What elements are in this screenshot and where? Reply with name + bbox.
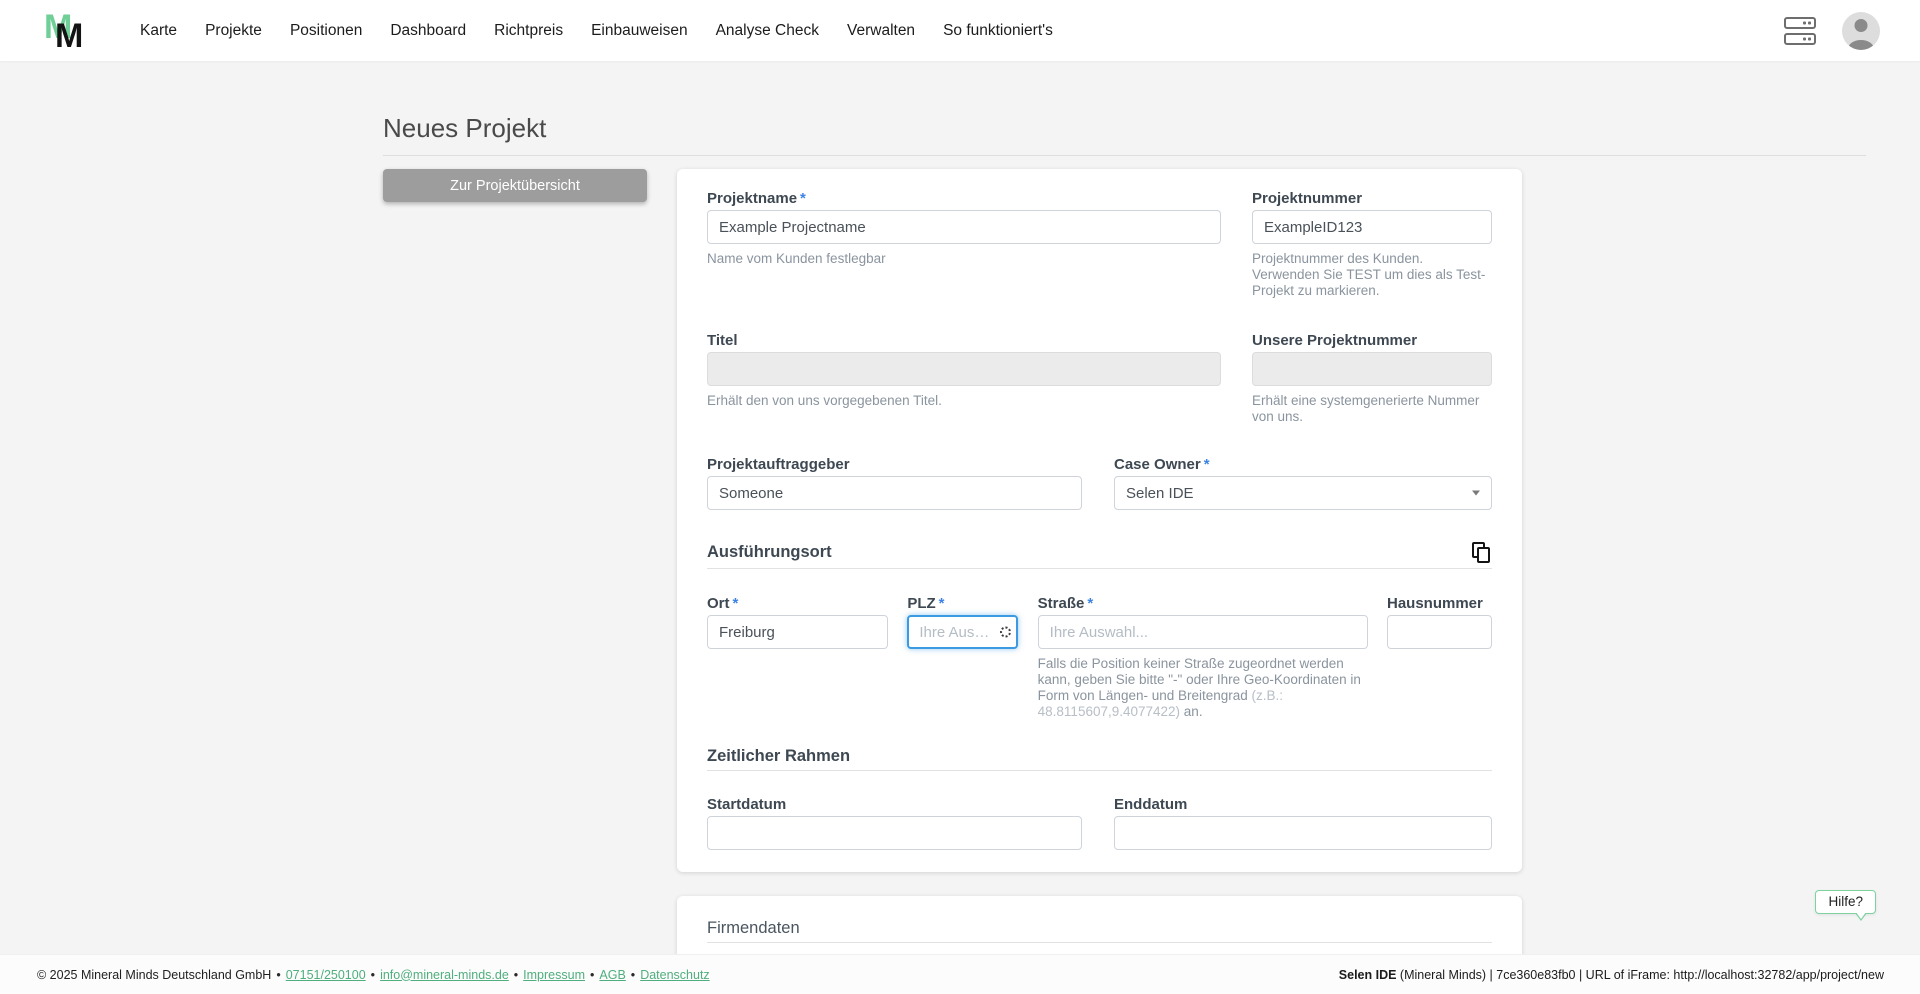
nav-item-verwalten[interactable]: Verwalten xyxy=(847,22,915,40)
footer-link-impressum[interactable]: Impressum xyxy=(523,968,585,982)
nav-item-analyse-check[interactable]: Analyse Check xyxy=(716,22,819,40)
nav-item-dashboard[interactable]: Dashboard xyxy=(390,22,466,40)
session-user: Selen IDE xyxy=(1338,967,1397,982)
ort-input[interactable] xyxy=(707,615,888,649)
required-marker: * xyxy=(800,190,806,207)
projektname-input[interactable] xyxy=(707,210,1221,244)
brand-logo[interactable]: M M xyxy=(44,8,96,54)
projektauftraggeber-input[interactable] xyxy=(707,476,1082,510)
project-form-card: Projektname* Name vom Kunden festlegbar … xyxy=(677,169,1522,872)
required-marker: * xyxy=(1203,456,1210,473)
projektnummer-input[interactable] xyxy=(1252,210,1492,244)
footer-bar: © 2025 Mineral Minds Deutschland GmbH • … xyxy=(0,954,1920,994)
nav-item-so-funktionierts[interactable]: So funktioniert's xyxy=(943,22,1053,40)
nav-item-einbauweisen[interactable]: Einbauweisen xyxy=(591,22,688,40)
footer-link-datenschutz[interactable]: Datenschutz xyxy=(640,968,709,982)
main-nav: Karte Projekte Positionen Dashboard Rich… xyxy=(140,22,1053,40)
footer-link-email[interactable]: info@mineral-minds.de xyxy=(380,968,509,982)
projektnummer-helper: Projektnummer des Kunden. Verwenden Sie … xyxy=(1252,251,1486,298)
case-owner-select[interactable] xyxy=(1114,476,1492,510)
hausnummer-label: Hausnummer xyxy=(1386,595,1483,612)
titel-label: Titel xyxy=(707,332,738,349)
top-navbar: M M Karte Projekte Positionen Dashboard … xyxy=(0,0,1920,61)
enddatum-label: Enddatum xyxy=(1114,796,1188,813)
unsere-projektnummer-helper: Erhält eine systemgenerierte Nummer von … xyxy=(1252,393,1480,424)
strasse-label: Straße * xyxy=(1037,595,1094,612)
required-marker: * xyxy=(732,595,739,612)
projektname-label: Projektname * xyxy=(707,190,806,207)
projektnummer-label: Projektnummer xyxy=(1252,190,1363,207)
zeitlicher-rahmen-heading: Zeitlicher Rahmen xyxy=(707,747,851,765)
back-to-project-overview-button[interactable]: Zur Projektübersicht xyxy=(383,169,647,202)
required-marker: * xyxy=(1087,595,1094,612)
startdatum-label: Startdatum xyxy=(707,796,787,813)
header-right-icons xyxy=(1784,11,1880,50)
ort-label: Ort * xyxy=(707,595,739,612)
footer-left: © 2025 Mineral Minds Deutschland GmbH • … xyxy=(37,967,710,982)
nav-item-positionen[interactable]: Positionen xyxy=(290,22,362,40)
strasse-helper: Falls die Position keiner Straße zugeord… xyxy=(1037,656,1361,719)
page-title: Neues Projekt xyxy=(383,110,1866,156)
firmendaten-heading: Firmendaten xyxy=(707,919,800,937)
titel-helper: Erhält den von uns vorgegebenen Titel. xyxy=(707,393,942,408)
logo-letter-black: M xyxy=(55,16,83,55)
required-marker: * xyxy=(938,595,945,612)
copyright-text: © 2025 Mineral Minds Deutschland GmbH xyxy=(37,967,272,982)
footer-link-phone[interactable]: 07151/250100 xyxy=(286,968,366,982)
server-icon[interactable] xyxy=(1784,16,1816,45)
ausfuehrungsort-heading: Ausführungsort xyxy=(707,543,832,561)
copy-icon[interactable] xyxy=(1470,542,1492,564)
help-button[interactable]: Hilfe? xyxy=(1815,890,1876,921)
user-avatar-icon[interactable] xyxy=(1842,11,1880,50)
projektname-helper: Name vom Kunden festlegbar xyxy=(707,251,886,266)
unsere-projektnummer-input xyxy=(1252,352,1492,386)
loading-spinner-icon xyxy=(1000,626,1012,638)
titel-input xyxy=(707,352,1221,386)
chevron-down-icon xyxy=(1472,490,1480,496)
footer-link-agb[interactable]: AGB xyxy=(599,968,625,982)
enddatum-input[interactable] xyxy=(1114,816,1492,850)
main-area: Neues Projekt Zur Projektübersicht Proje… xyxy=(0,61,1920,994)
projektauftraggeber-label: Projektauftraggeber xyxy=(707,456,850,473)
nav-item-projekte[interactable]: Projekte xyxy=(205,22,262,40)
session-info: Selen IDE (Mineral Minds) | 7ce360e83fb0… xyxy=(1338,967,1884,982)
strasse-input[interactable] xyxy=(1037,615,1368,649)
nav-item-richtpreis[interactable]: Richtpreis xyxy=(494,22,563,40)
case-owner-label: Case Owner * xyxy=(1114,456,1210,473)
nav-item-karte[interactable]: Karte xyxy=(140,22,177,40)
startdatum-input[interactable] xyxy=(707,816,1082,850)
plz-label: PLZ * xyxy=(907,595,945,612)
hausnummer-input[interactable] xyxy=(1386,615,1492,649)
unsere-projektnummer-label: Unsere Projektnummer xyxy=(1252,332,1418,349)
